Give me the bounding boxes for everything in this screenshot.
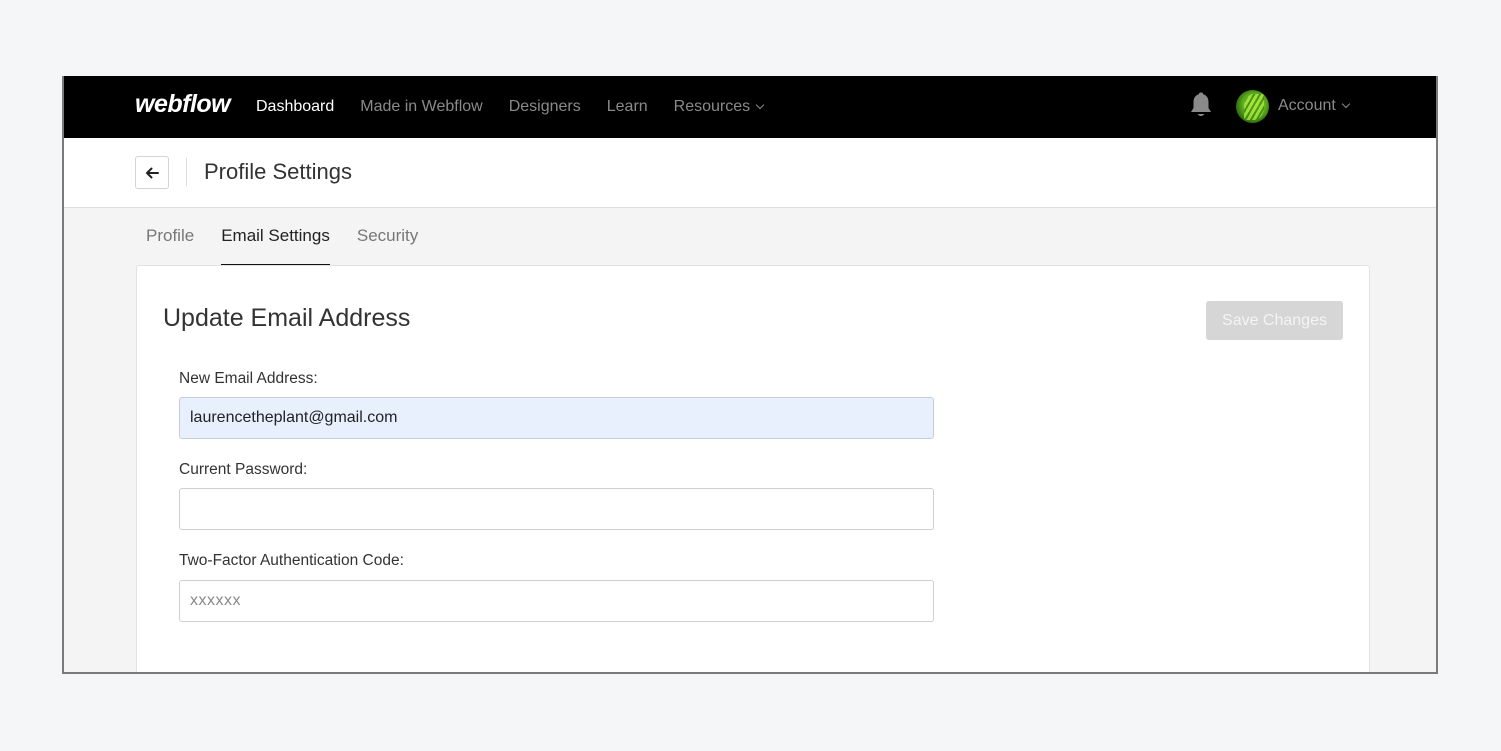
new-email-input[interactable] <box>179 397 934 439</box>
top-navbar: webflow Dashboard Made in Webflow Design… <box>64 76 1436 138</box>
account-label: Account <box>1278 97 1351 115</box>
current-password-input[interactable] <box>179 488 934 530</box>
chevron-down-icon <box>1341 99 1351 109</box>
bell-icon[interactable] <box>1188 92 1214 120</box>
save-changes-button[interactable]: Save Changes <box>1206 301 1343 340</box>
nav-links: Dashboard Made in Webflow Designers Lear… <box>256 76 789 138</box>
nav-link-label: Learn <box>606 98 648 115</box>
tab-email-settings[interactable]: Email Settings <box>221 226 330 266</box>
browser-window: webflow Dashboard Made in Webflow Design… <box>62 76 1438 674</box>
chevron-down-icon <box>755 100 765 110</box>
settings-tabs: Profile Email Settings Security <box>146 226 445 266</box>
email-settings-card: Update Email Address Save Changes New Em… <box>136 265 1370 672</box>
avatar[interactable] <box>1236 89 1269 123</box>
nav-link-label: Resources <box>673 98 751 115</box>
nav-link-resources[interactable]: Resources <box>673 98 765 116</box>
tab-profile[interactable]: Profile <box>146 226 194 266</box>
header-divider <box>186 158 187 186</box>
nav-link-learn[interactable]: Learn <box>607 98 648 116</box>
page-title: Profile Settings <box>204 159 352 184</box>
new-email-label: New Email Address: <box>179 370 318 387</box>
nav-link-label: Made in Webflow <box>360 98 483 115</box>
card-title: Update Email Address <box>163 304 411 332</box>
nav-link-dashboard[interactable]: Dashboard <box>256 98 334 116</box>
nav-link-label: Designers <box>508 98 581 115</box>
nav-link-designers[interactable]: Designers <box>509 98 581 116</box>
nav-link-made-in-webflow[interactable]: Made in Webflow <box>360 98 482 116</box>
account-label-text: Account <box>1278 97 1336 114</box>
webflow-logo[interactable]: webflow <box>135 90 231 119</box>
account-menu[interactable]: Account <box>1236 89 1351 123</box>
nav-link-label: Dashboard <box>256 98 335 115</box>
arrow-left-icon <box>146 167 159 178</box>
page-header: Profile Settings <box>64 138 1436 208</box>
two-factor-label: Two-Factor Authentication Code: <box>179 552 404 569</box>
two-factor-code-input[interactable] <box>179 580 934 622</box>
tab-security[interactable]: Security <box>357 226 418 266</box>
current-password-label: Current Password: <box>179 461 308 478</box>
back-button[interactable] <box>135 156 169 189</box>
